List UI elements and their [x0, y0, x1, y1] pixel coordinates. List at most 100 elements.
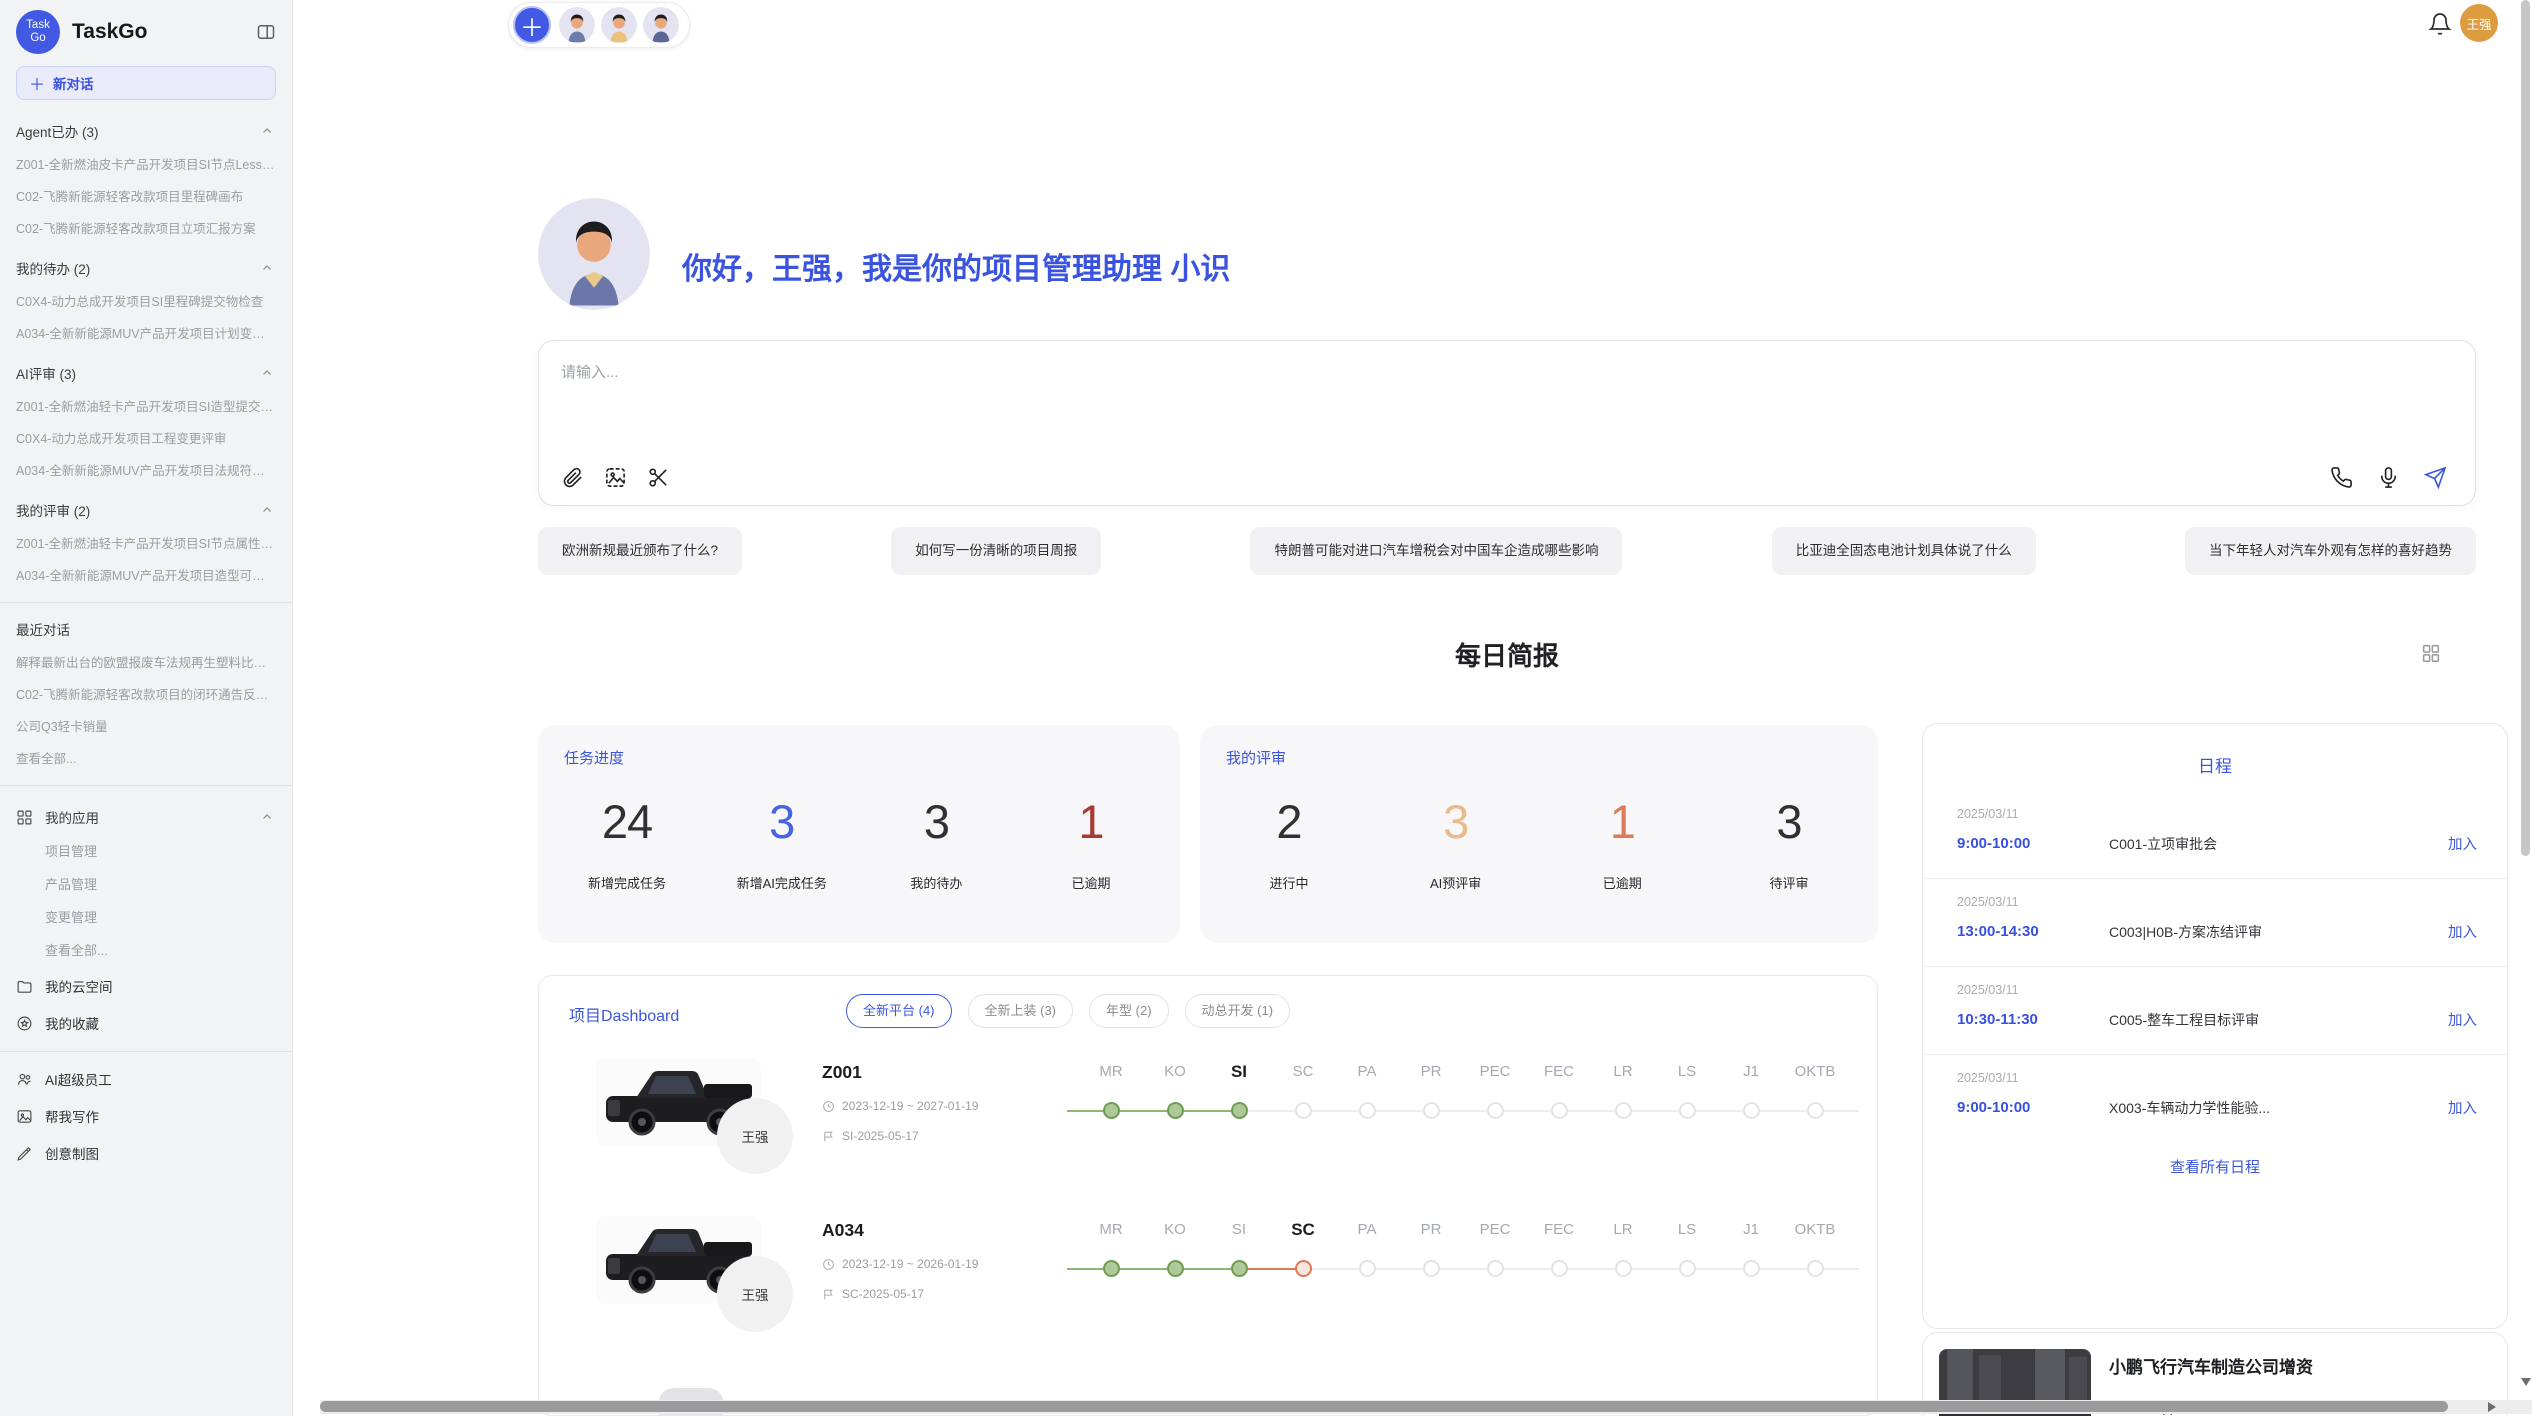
milestone-dot [1423, 1260, 1440, 1277]
project-info: Z0012023-12-19 ~ 2027-01-19SI-2025-05-17 [822, 1062, 978, 1143]
team-members-pill: ＋ [508, 2, 690, 48]
schedule-item: 2025/03/11 13:00-14:30C003|H0B-方案冻结评审加入 [1923, 879, 2507, 967]
recent-chat-item[interactable]: C02-飞腾新能源轻客改款项目的闭环通告反馈情况 [16, 684, 276, 703]
add-member-button[interactable]: ＋ [513, 6, 551, 44]
suggestion-chip[interactable]: 比亚迪全固态电池计划具体说了什么 [1772, 527, 2036, 575]
assistant-avatar [538, 198, 650, 310]
sidebar-task-item[interactable]: C02-飞腾新能源轻客改款项目立项汇报方案 [16, 218, 276, 237]
sidebar-task-item[interactable]: C02-飞腾新能源轻客改款项目里程碑画布 [16, 186, 276, 205]
scroll-right-arrow-icon[interactable] [2488, 1402, 2496, 1412]
recent-chat-item[interactable]: 公司Q3轻卡销量 [16, 716, 276, 735]
my-apps-header[interactable]: 我的应用 [16, 807, 276, 827]
join-link[interactable]: 加入 [2448, 1097, 2477, 1118]
schedule-date: 2025/03/11 [1957, 895, 2477, 909]
phone-call-icon[interactable] [2330, 466, 2353, 489]
milestone-dot [1807, 1260, 1824, 1277]
recent-chat-item[interactable]: 解释最新出台的欧盟报废车法规再生塑料比例被调至15%... [16, 652, 276, 671]
user-avatar[interactable]: 王强 [2460, 4, 2498, 42]
project-info: A0342023-12-19 ~ 2026-01-19SC-2025-05-17 [822, 1220, 978, 1301]
milestone-dot [1103, 1260, 1120, 1277]
project-date-range: 2023-12-19 ~ 2027-01-19 [842, 1099, 978, 1113]
milestone-label: PEC [1463, 1060, 1527, 1084]
join-link[interactable]: 加入 [2448, 1009, 2477, 1030]
suggestion-chip[interactable]: 欧洲新规最近颁布了什么? [538, 527, 742, 575]
project-owner-badge: 王强 [717, 1098, 793, 1174]
sidebar-task-item[interactable]: A034-全新新能源MUV产品开发项目计划变更类编写 [16, 323, 276, 342]
stat-value: 2 [1244, 794, 1334, 849]
project-row[interactable]: 王强 Z0012023-12-19 ~ 2027-01-19SI-2025-05-… [539, 1046, 1877, 1204]
join-link[interactable]: 加入 [2448, 921, 2477, 942]
milestone-label: OKTB [1783, 1218, 1847, 1242]
paperclip-icon[interactable] [561, 466, 584, 489]
image-upload-icon[interactable] [604, 466, 627, 489]
suggestion-chip[interactable]: 如何写一份清晰的项目周报 [891, 527, 1101, 575]
recent-chats-list: 解释最新出台的欧盟报废车法规再生塑料比例被调至15%... C02-飞腾新能源轻客… [16, 652, 276, 767]
send-icon[interactable] [2424, 466, 2447, 489]
sidebar-task-item[interactable]: A034-全新新能源MUV产品开发项目法规符合性评审 [16, 460, 276, 479]
sidebar-item-我的云空间[interactable]: 我的云空间 [16, 976, 276, 996]
sidebar-section-header[interactable]: 我的待办 (2) [16, 258, 276, 278]
suggestion-chip[interactable]: 特朗普可能对进口汽车增税会对中国车企造成哪些影响 [1250, 527, 1622, 575]
dashboard-title: 项目Dashboard [569, 1002, 679, 1026]
stat-value: 3 [737, 794, 827, 849]
sidebar-section-header[interactable]: 我的评审 (2) [16, 500, 276, 520]
sidebar-item-我的收藏[interactable]: 我的收藏 [16, 1013, 276, 1033]
milestone: FEC [1527, 1060, 1591, 1119]
app-item[interactable]: 项目管理 [45, 841, 276, 860]
sidebar-task-item[interactable]: Z001-全新燃油轻卡产品开发项目SI造型提交物评审 [16, 396, 276, 415]
section-title: Agent已办 (3) [16, 121, 99, 141]
sidebar-task-item[interactable]: Z001-全新燃油轻卡产品开发项目SI节点属性5D文件评审 [16, 533, 276, 552]
milestone-dot [1615, 1102, 1632, 1119]
sidebar-item-帮我写作[interactable]: 帮我写作 [16, 1106, 276, 1126]
app-window: Task Go TaskGo ＋ 新对话 Agent已办 (3)Z001-全新燃… [0, 0, 2532, 1416]
milestone: FEC [1527, 1218, 1591, 1277]
schedule-title: 日程 [1923, 752, 2507, 777]
project-row[interactable]: 王强A0342023-12-19 ~ 2026-01-19SC-2025-05-… [539, 1204, 1877, 1362]
sidebar-task-item[interactable]: C0X4-动力总成开发项目SI里程碑提交物检查 [16, 291, 276, 310]
milestone-dot [1295, 1102, 1312, 1119]
member-avatar[interactable] [601, 7, 637, 43]
dashboard-tab[interactable]: 全新平台 (4) [846, 994, 952, 1028]
milestone-dot [1743, 1102, 1760, 1119]
briefing-layout-icon[interactable] [2420, 642, 2442, 664]
suggestion-chip[interactable]: 当下年轻人对汽车外观有怎样的喜好趋势 [2185, 527, 2476, 575]
microphone-icon[interactable] [2377, 466, 2400, 489]
stat-label: AI预评审 [1411, 873, 1501, 892]
milestone-dot [1231, 1102, 1248, 1119]
view-all-schedule-link[interactable]: 查看所有日程 [1923, 1156, 2507, 1177]
sidebar-section-header[interactable]: AI评审 (3) [16, 363, 276, 383]
milestone-dot [1679, 1260, 1696, 1277]
scroll-down-arrow-icon[interactable] [2521, 1378, 2531, 1386]
join-link[interactable]: 加入 [2448, 833, 2477, 854]
collapse-sidebar-icon[interactable] [256, 22, 276, 42]
chat-input[interactable] [559, 353, 2163, 391]
schedule-time: 9:00-10:00 [1957, 1099, 2109, 1116]
schedule-item-row: 13:00-14:30C003|H0B-方案冻结评审加入 [1957, 921, 2477, 942]
schedule-item: 2025/03/119:00-10:00X003-车辆动力学性能验...加入 [1923, 1055, 2507, 1142]
app-item[interactable]: 变更管理 [45, 907, 276, 926]
sidebar-task-item[interactable]: C0X4-动力总成开发项目工程变更评审 [16, 428, 276, 447]
sidebar-item-AI超级员工[interactable]: AI超级员工 [16, 1069, 276, 1089]
sidebar-item-label: 创意制图 [45, 1143, 99, 1163]
recent-chat-item[interactable]: 查看全部... [16, 748, 276, 767]
new-chat-button[interactable]: ＋ 新对话 [16, 66, 276, 100]
stat: 3待评审 [1744, 794, 1834, 892]
sidebar-task-item[interactable]: A034-全新新能源MUV产品开发项目造型可行性评审 [16, 565, 276, 584]
dashboard-tab[interactable]: 动总开发 (1) [1185, 994, 1291, 1028]
sidebar-item-创意制图[interactable]: 创意制图 [16, 1143, 276, 1163]
notification-bell-icon[interactable] [2428, 12, 2452, 36]
horizontal-scrollbar-thumb[interactable] [320, 1401, 2448, 1412]
sidebar-task-item[interactable]: Z001-全新燃油皮卡产品开发项目SI节点Lesson Learn报告 [16, 154, 276, 173]
app-item[interactable]: 查看全部... [45, 940, 276, 959]
dashboard-tab[interactable]: 年型 (2) [1089, 994, 1169, 1028]
sidebar-section-header[interactable]: Agent已办 (3) [16, 121, 276, 141]
schedule-item: 2025/03/119:00-10:00C001-立项审批会加入 [1923, 791, 2507, 879]
scissors-icon[interactable] [647, 466, 670, 489]
app-item[interactable]: 产品管理 [45, 874, 276, 893]
dashboard-tab[interactable]: 全新上装 (3) [968, 994, 1074, 1028]
stat: 24新增完成任务 [582, 794, 672, 892]
vertical-scrollbar-thumb[interactable] [2521, 0, 2530, 856]
member-avatar[interactable] [643, 7, 679, 43]
member-avatar[interactable] [559, 7, 595, 43]
news-title: 小鹏飞行汽车制造公司增资 [2109, 1353, 2354, 1378]
